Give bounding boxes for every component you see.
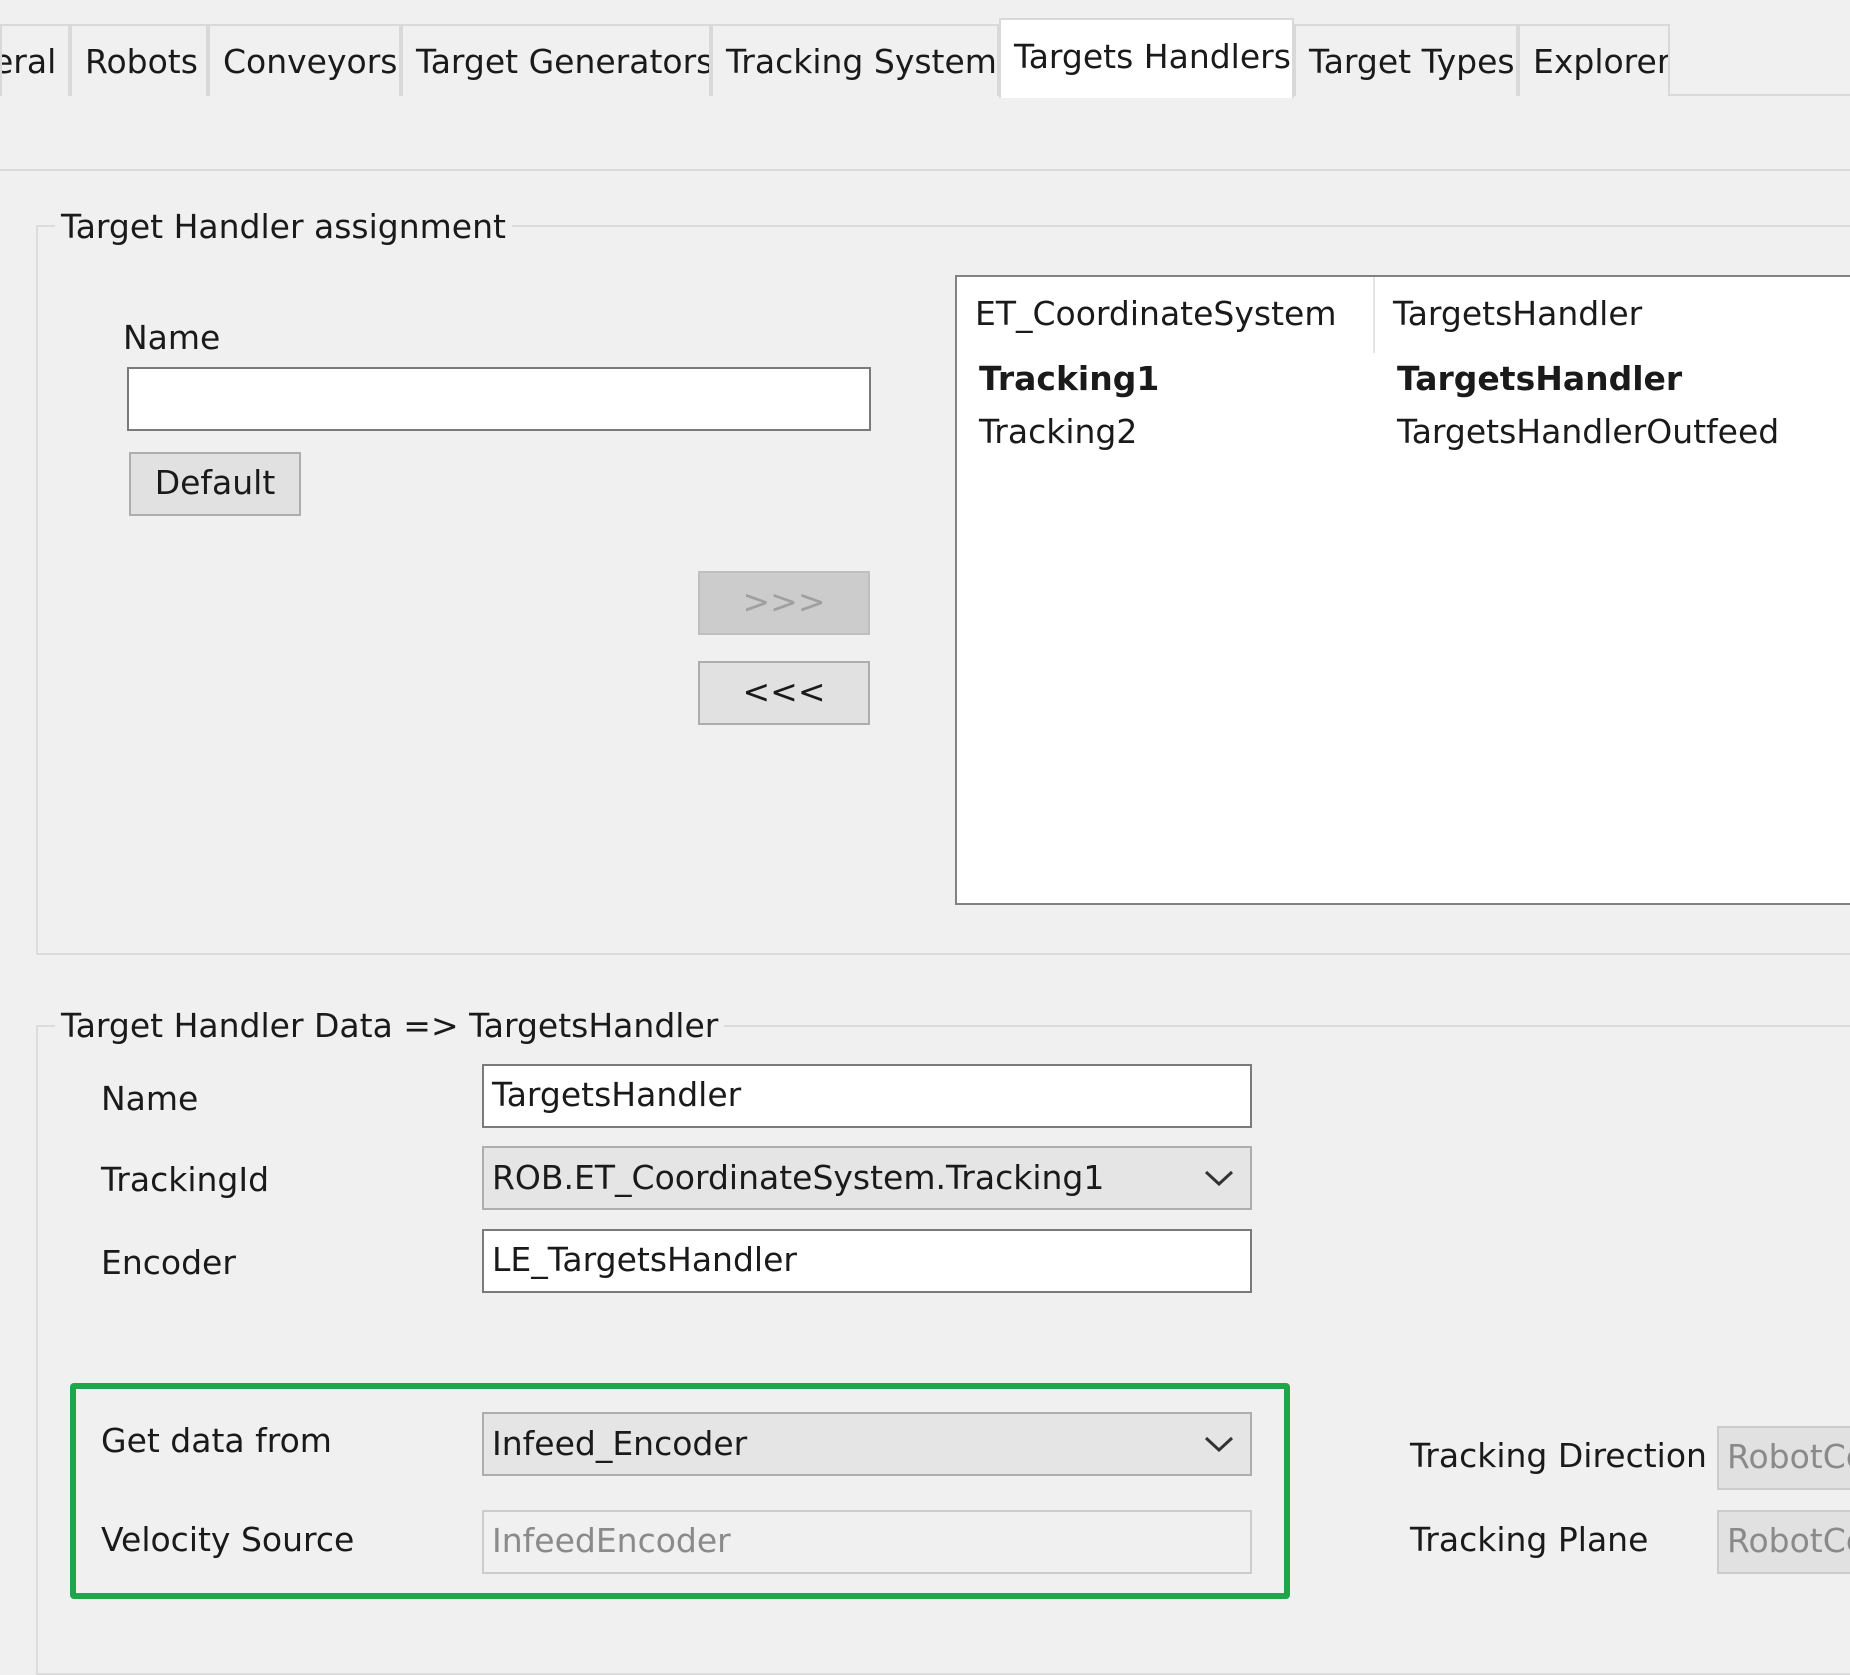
tab-general[interactable]: eral bbox=[0, 24, 70, 96]
assignment-name-label: Name bbox=[123, 318, 221, 357]
tab-tracking-systems[interactable]: Tracking Systems bbox=[711, 24, 999, 96]
tracking-direction-value: RobotCe bbox=[1727, 1437, 1850, 1476]
tracking-direction-label: Tracking Direction bbox=[1410, 1436, 1707, 1475]
assignment-name-input[interactable] bbox=[127, 367, 871, 431]
tracking-plane-value: RobotCe bbox=[1727, 1521, 1850, 1560]
velocity-source-value: InfeedEncoder bbox=[492, 1521, 731, 1560]
tab-conveyors[interactable]: Conveyors bbox=[208, 24, 401, 96]
chevron-down-icon bbox=[1204, 1170, 1234, 1186]
chevron-down-icon bbox=[1204, 1436, 1234, 1452]
get-data-from-value: Infeed_Encoder bbox=[492, 1424, 748, 1463]
tab-robots[interactable]: Robots bbox=[70, 24, 208, 96]
handler-name-input[interactable]: TargetsHandler bbox=[482, 1064, 1252, 1128]
tracking-plane-field[interactable]: RobotCe bbox=[1717, 1510, 1850, 1574]
tracking-id-value: ROB.ET_CoordinateSystem.Tracking1 bbox=[492, 1158, 1105, 1197]
tab-targets-handlers[interactable]: Targets Handlers bbox=[999, 18, 1294, 98]
column-header-coordinate-system[interactable]: ET_CoordinateSystem bbox=[957, 277, 1375, 353]
tracking-plane-label: Tracking Plane bbox=[1410, 1520, 1649, 1559]
divider bbox=[0, 169, 1850, 171]
handler-name-label: Name bbox=[101, 1079, 199, 1118]
tab-explorer[interactable]: Explorer bbox=[1518, 24, 1670, 96]
row-2-targets-handler[interactable]: TargetsHandlerOutfeed bbox=[1397, 406, 1779, 458]
velocity-source-label: Velocity Source bbox=[101, 1520, 355, 1559]
encoder-value: LE_TargetsHandler bbox=[492, 1240, 797, 1279]
get-data-from-label: Get data from bbox=[101, 1421, 332, 1460]
tracking-id-label: TrackingId bbox=[101, 1160, 270, 1199]
tab-strip: eral Robots Conveyors Target Generators … bbox=[0, 0, 1850, 98]
tracking-id-dropdown[interactable]: ROB.ET_CoordinateSystem.Tracking1 bbox=[482, 1146, 1252, 1210]
row-1-targets-handler[interactable]: TargetsHandler bbox=[1397, 353, 1682, 405]
tracking-direction-field[interactable]: RobotCe bbox=[1717, 1426, 1850, 1490]
tab-target-types[interactable]: Target Types bbox=[1294, 24, 1518, 96]
assign-button[interactable]: >>> bbox=[698, 571, 870, 635]
unassign-button[interactable]: <<< bbox=[698, 661, 870, 725]
column-header-targets-handler[interactable]: TargetsHandler bbox=[1375, 277, 1850, 353]
assignment-legend: Target Handler assignment bbox=[55, 205, 512, 249]
encoder-input[interactable]: LE_TargetsHandler bbox=[482, 1229, 1252, 1293]
tab-target-generators[interactable]: Target Generators bbox=[401, 24, 711, 96]
row-2-coordinate-system[interactable]: Tracking2 bbox=[979, 406, 1137, 458]
handler-name-value: TargetsHandler bbox=[492, 1075, 742, 1114]
velocity-source-field[interactable]: InfeedEncoder bbox=[482, 1510, 1252, 1574]
get-data-from-dropdown[interactable]: Infeed_Encoder bbox=[482, 1412, 1252, 1476]
assignment-list[interactable]: ET_CoordinateSystem TargetsHandler Track… bbox=[955, 275, 1850, 905]
handler-data-legend: Target Handler Data => TargetsHandler bbox=[55, 1004, 725, 1048]
row-1-coordinate-system[interactable]: Tracking1 bbox=[979, 353, 1159, 405]
default-button[interactable]: Default bbox=[129, 452, 301, 516]
encoder-label: Encoder bbox=[101, 1243, 236, 1282]
